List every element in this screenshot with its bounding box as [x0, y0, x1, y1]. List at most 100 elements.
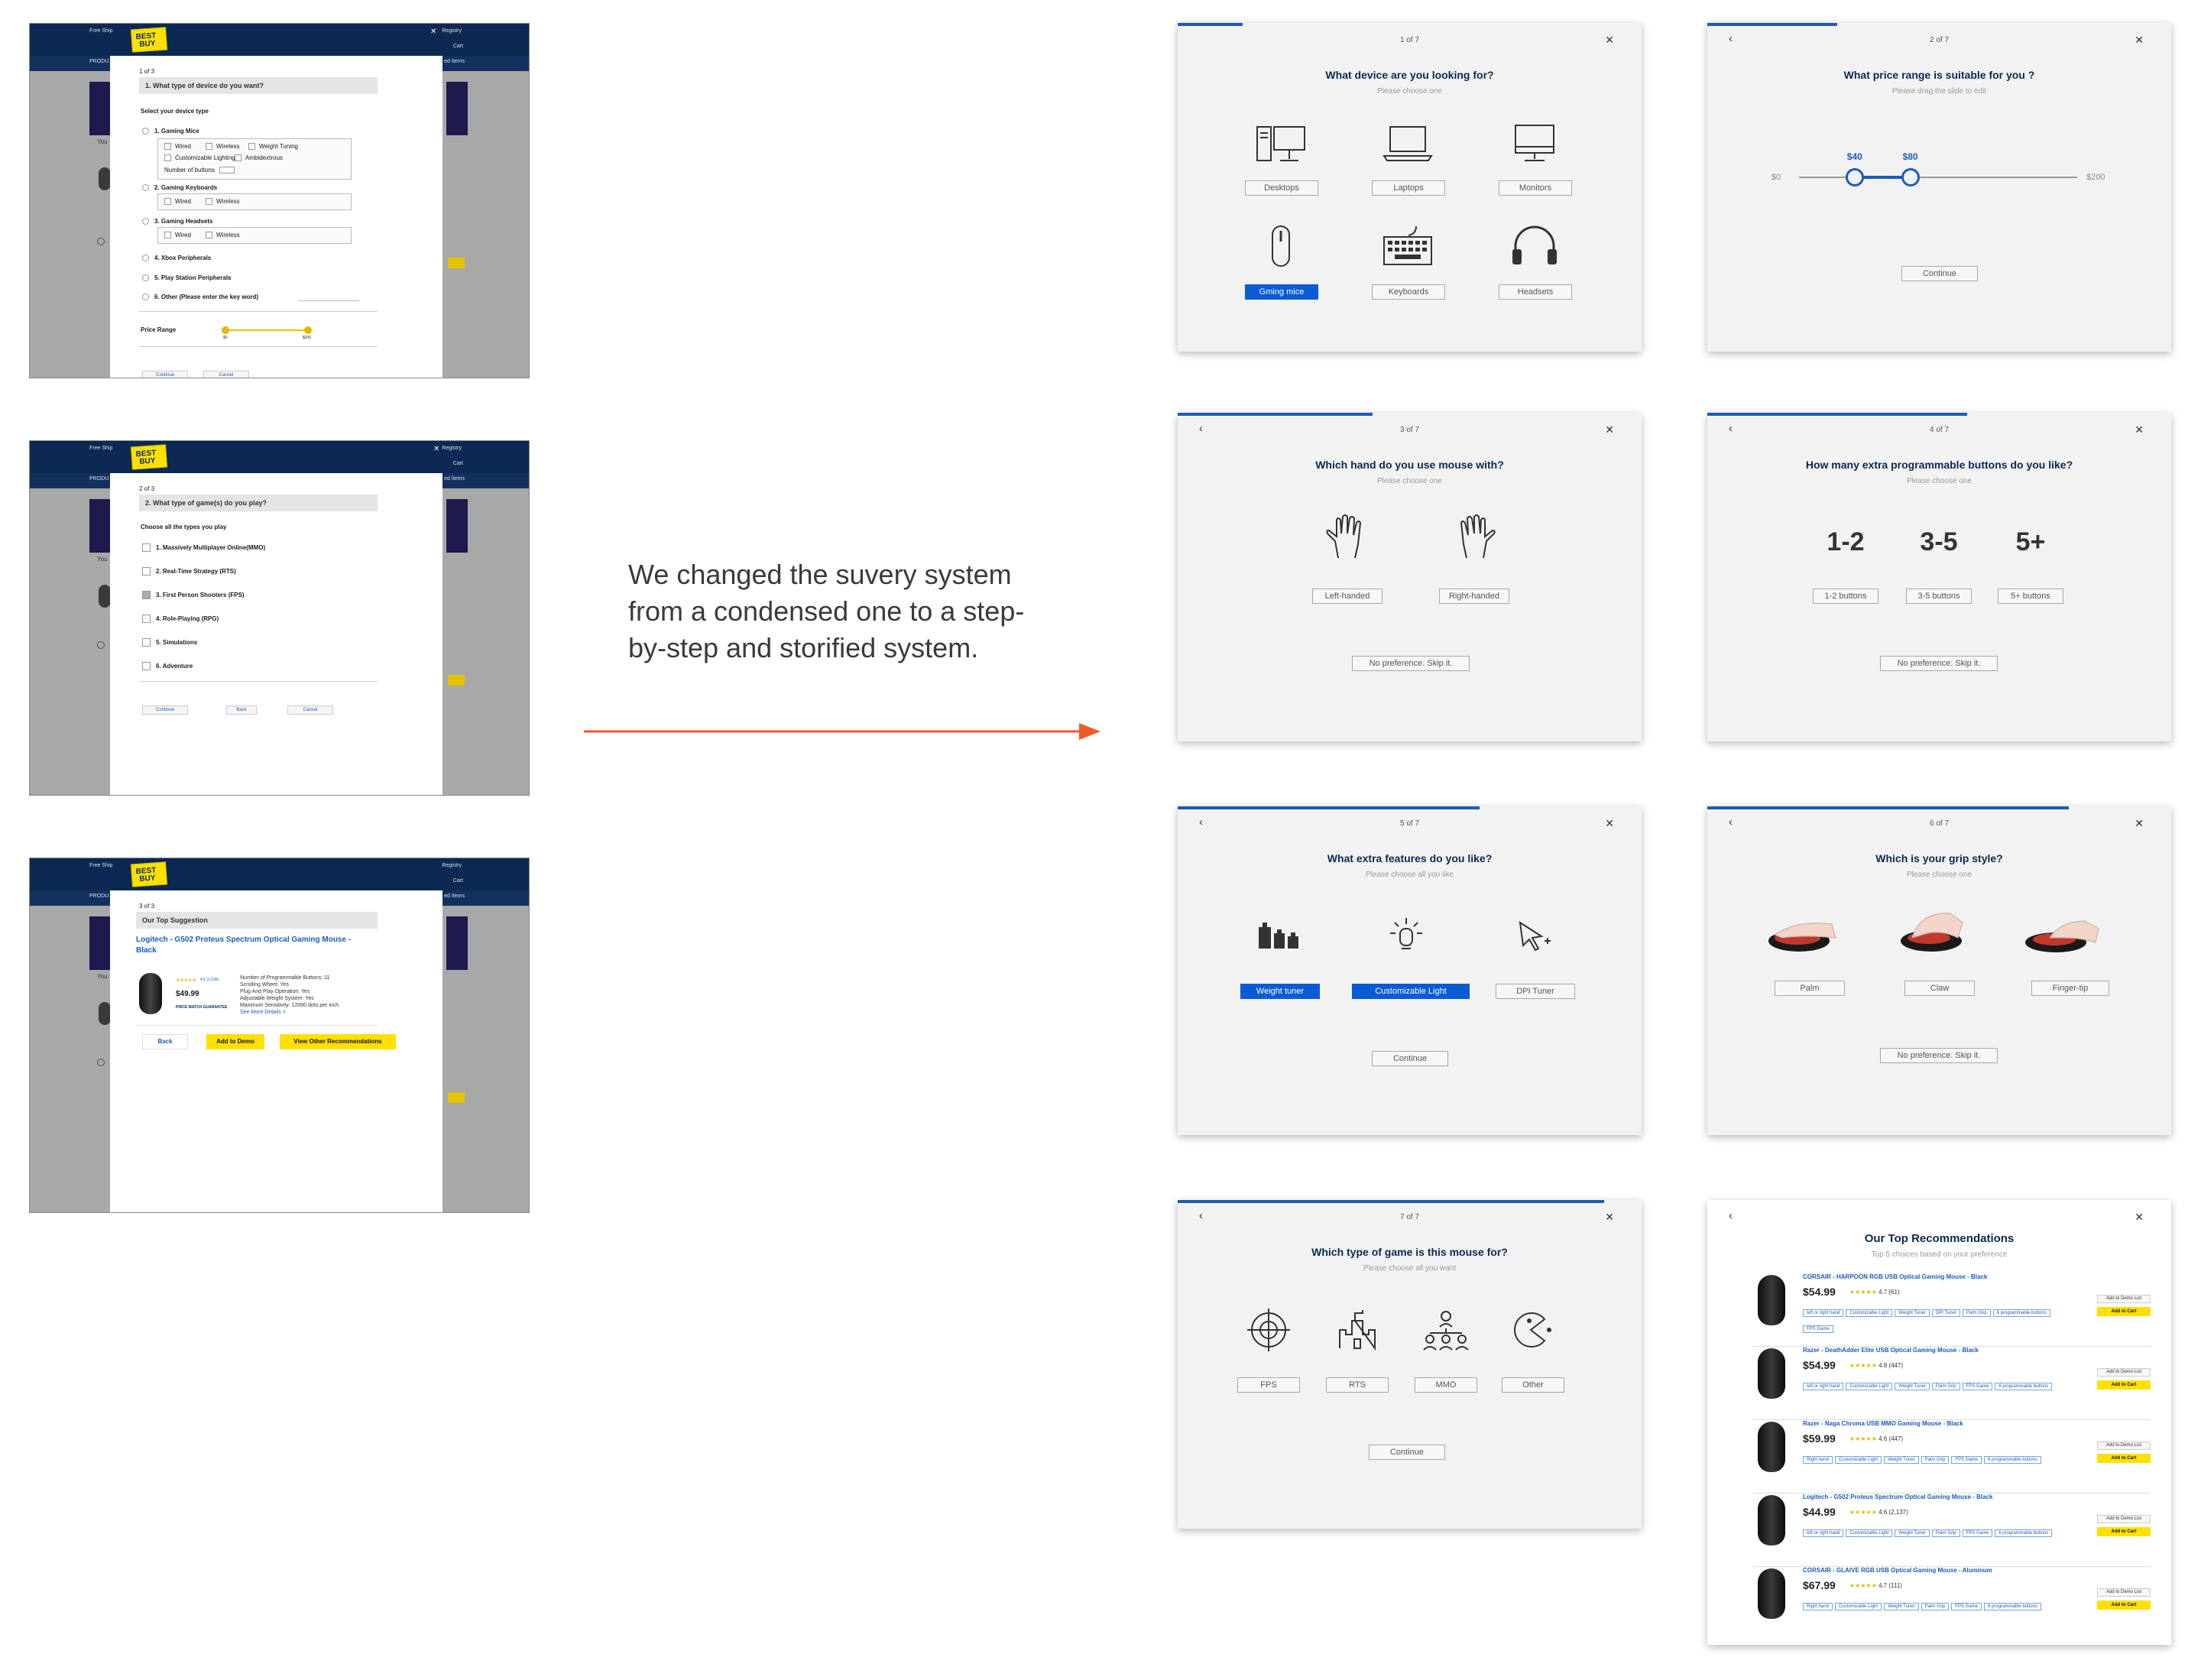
- back-button[interactable]: Back: [142, 1034, 188, 1049]
- saved-items-link[interactable]: ed Items: [444, 894, 465, 899]
- product-title-link[interactable]: CORSAIR - GLAIVE RGB USB Optical Gaming …: [1803, 1567, 1992, 1574]
- add-to-demo-list-button[interactable]: Add to Demo List: [2097, 1588, 2151, 1597]
- continue-button[interactable]: Continue: [142, 371, 188, 378]
- option-rts[interactable]: RTS: [1326, 1377, 1389, 1393]
- option-3-5-buttons[interactable]: 3-5 buttons: [1906, 589, 1972, 604]
- option-customizable-light[interactable]: Customizable Light: [1352, 984, 1470, 999]
- add-to-demo-list-button[interactable]: Add to Demo List: [2097, 1515, 2151, 1523]
- checkbox-simulations[interactable]: [142, 638, 151, 647]
- option-monitors[interactable]: Monitors: [1499, 180, 1572, 196]
- option-laptops[interactable]: Laptops: [1372, 180, 1445, 196]
- checkbox[interactable]: [248, 143, 255, 150]
- buttons-select[interactable]: [219, 167, 235, 174]
- checkbox[interactable]: [164, 143, 171, 150]
- option-fps[interactable]: FPS: [1237, 1377, 1300, 1393]
- checkbox[interactable]: [206, 143, 212, 150]
- add-to-demo-list-button[interactable]: Add to Demo List: [2097, 1295, 2151, 1303]
- price-slider-max-handle[interactable]: [304, 326, 312, 334]
- product-title-link[interactable]: Razer - DeathAdder Elite USB Optical Gam…: [1803, 1347, 1979, 1354]
- cart-link[interactable]: Cart: [453, 878, 463, 884]
- see-more-link[interactable]: See More Details >: [240, 1009, 370, 1016]
- close-icon[interactable]: ✕: [1605, 34, 1614, 47]
- option-headsets[interactable]: Headsets: [1499, 284, 1572, 300]
- price-slider-low-handle[interactable]: [1845, 168, 1864, 186]
- products-menu[interactable]: PRODU: [89, 894, 109, 899]
- radio-gaming-keyboards[interactable]: [142, 184, 149, 191]
- checkbox[interactable]: [164, 154, 171, 161]
- products-menu[interactable]: PRODU: [89, 476, 109, 482]
- close-icon[interactable]: ✕: [1605, 423, 1614, 436]
- option-claw[interactable]: Claw: [1904, 981, 1975, 996]
- back-arrow-icon[interactable]: ‹: [1729, 1209, 1733, 1222]
- add-to-cart-button[interactable]: Add to Cart: [2097, 1527, 2151, 1536]
- skip-button[interactable]: No preference. Skip it.: [1880, 656, 1998, 671]
- registry-link[interactable]: Registry: [442, 863, 462, 868]
- product-title-link[interactable]: Logitech - G502 Proteus Spectrum Optical…: [136, 935, 365, 956]
- add-to-demo-list-button[interactable]: Add to Demo List: [2097, 1368, 2151, 1377]
- checkbox-mmo[interactable]: [142, 543, 151, 552]
- add-to-demo-list-button[interactable]: Add to Demo List: [2097, 1442, 2151, 1450]
- skip-button[interactable]: No preference. Skip it.: [1880, 1048, 1998, 1063]
- continue-button[interactable]: Continue: [1901, 266, 1978, 281]
- product-title-link[interactable]: CORSAIR - HARPOON RGB USB Optical Gaming…: [1803, 1273, 1987, 1280]
- product-title-link[interactable]: Razer - Naga Chroma USB MMO Gaming Mouse…: [1803, 1420, 1963, 1427]
- option-dpi-tuner[interactable]: DPI Tuner: [1496, 984, 1575, 999]
- option-weight-tuner[interactable]: Weight tuner: [1240, 984, 1320, 999]
- close-icon[interactable]: ✕: [1605, 1211, 1614, 1224]
- close-icon[interactable]: ✕: [2135, 1211, 2144, 1224]
- cancel-button[interactable]: Cancel: [203, 371, 249, 378]
- registry-link[interactable]: Registry: [442, 446, 462, 451]
- price-slider-track[interactable]: [1799, 177, 2077, 178]
- continue-button[interactable]: Continue: [1369, 1445, 1445, 1460]
- continue-button[interactable]: Continue: [142, 705, 188, 715]
- checkbox-fps[interactable]: [142, 591, 151, 599]
- close-icon[interactable]: ✕: [2135, 34, 2144, 47]
- add-to-cart-button[interactable]: Add to Cart: [2097, 1307, 2151, 1316]
- option-finger-tip[interactable]: Finger-tip: [2031, 981, 2109, 996]
- option-left-handed[interactable]: Left-handed: [1312, 589, 1383, 604]
- products-menu[interactable]: PRODU: [89, 59, 109, 64]
- cancel-button[interactable]: Cancel: [287, 705, 333, 715]
- registry-link[interactable]: Registry: [442, 28, 462, 34]
- close-icon[interactable]: ✕: [430, 28, 436, 36]
- radio-gaming-headsets[interactable]: [142, 218, 149, 225]
- checkbox[interactable]: [164, 232, 171, 238]
- add-to-cart-button[interactable]: Add to Cart: [2097, 1380, 2151, 1390]
- skip-button[interactable]: No preference. Skip it.: [1352, 656, 1470, 671]
- option-keyboards[interactable]: Keyboards: [1372, 284, 1445, 300]
- option-5-plus-buttons[interactable]: 5+ buttons: [1998, 589, 2063, 604]
- saved-items-link[interactable]: ed Items: [444, 59, 465, 64]
- add-to-demo-button[interactable]: Add to Demo: [206, 1034, 264, 1049]
- checkbox[interactable]: [235, 154, 241, 161]
- price-slider-track[interactable]: [225, 329, 309, 331]
- checkbox[interactable]: [206, 198, 212, 205]
- option-right-handed[interactable]: Right-handed: [1439, 589, 1509, 604]
- saved-items-link[interactable]: ed Items: [444, 476, 465, 482]
- back-button[interactable]: Back: [226, 705, 257, 715]
- close-icon[interactable]: ✕: [433, 445, 439, 453]
- close-icon[interactable]: ✕: [2135, 817, 2144, 830]
- checkbox-rts[interactable]: [142, 567, 151, 576]
- other-input[interactable]: [298, 300, 359, 301]
- option-1-2-buttons[interactable]: 1-2 buttons: [1813, 589, 1878, 604]
- add-to-cart-button[interactable]: Add to Cart: [2097, 1601, 2151, 1610]
- option-mmo[interactable]: MMO: [1415, 1377, 1477, 1393]
- cart-link[interactable]: Cart: [453, 461, 463, 466]
- radio-xbox[interactable]: [142, 255, 149, 261]
- radio-playstation[interactable]: [142, 274, 149, 281]
- close-icon[interactable]: ✕: [2135, 423, 2144, 436]
- add-to-cart-button[interactable]: Add to Cart: [2097, 1454, 2151, 1463]
- checkbox-rpg[interactable]: [142, 615, 151, 623]
- view-other-recommendations-button[interactable]: View Other Recommendations: [280, 1034, 396, 1049]
- continue-button[interactable]: Continue: [1372, 1051, 1448, 1066]
- option-gaming-mice[interactable]: Gming mice: [1245, 284, 1318, 300]
- checkbox[interactable]: [206, 232, 212, 238]
- cart-link[interactable]: Cart: [453, 44, 463, 49]
- radio-gaming-mice[interactable]: [142, 128, 149, 135]
- close-icon[interactable]: ✕: [1605, 817, 1614, 830]
- option-desktops[interactable]: Desktops: [1245, 180, 1318, 196]
- checkbox-adventure[interactable]: [142, 662, 151, 670]
- radio-other[interactable]: [142, 294, 149, 300]
- price-slider-high-handle[interactable]: [1901, 168, 1920, 186]
- product-title-link[interactable]: Logitech - G502 Proteus Spectrum Optical…: [1803, 1494, 1993, 1500]
